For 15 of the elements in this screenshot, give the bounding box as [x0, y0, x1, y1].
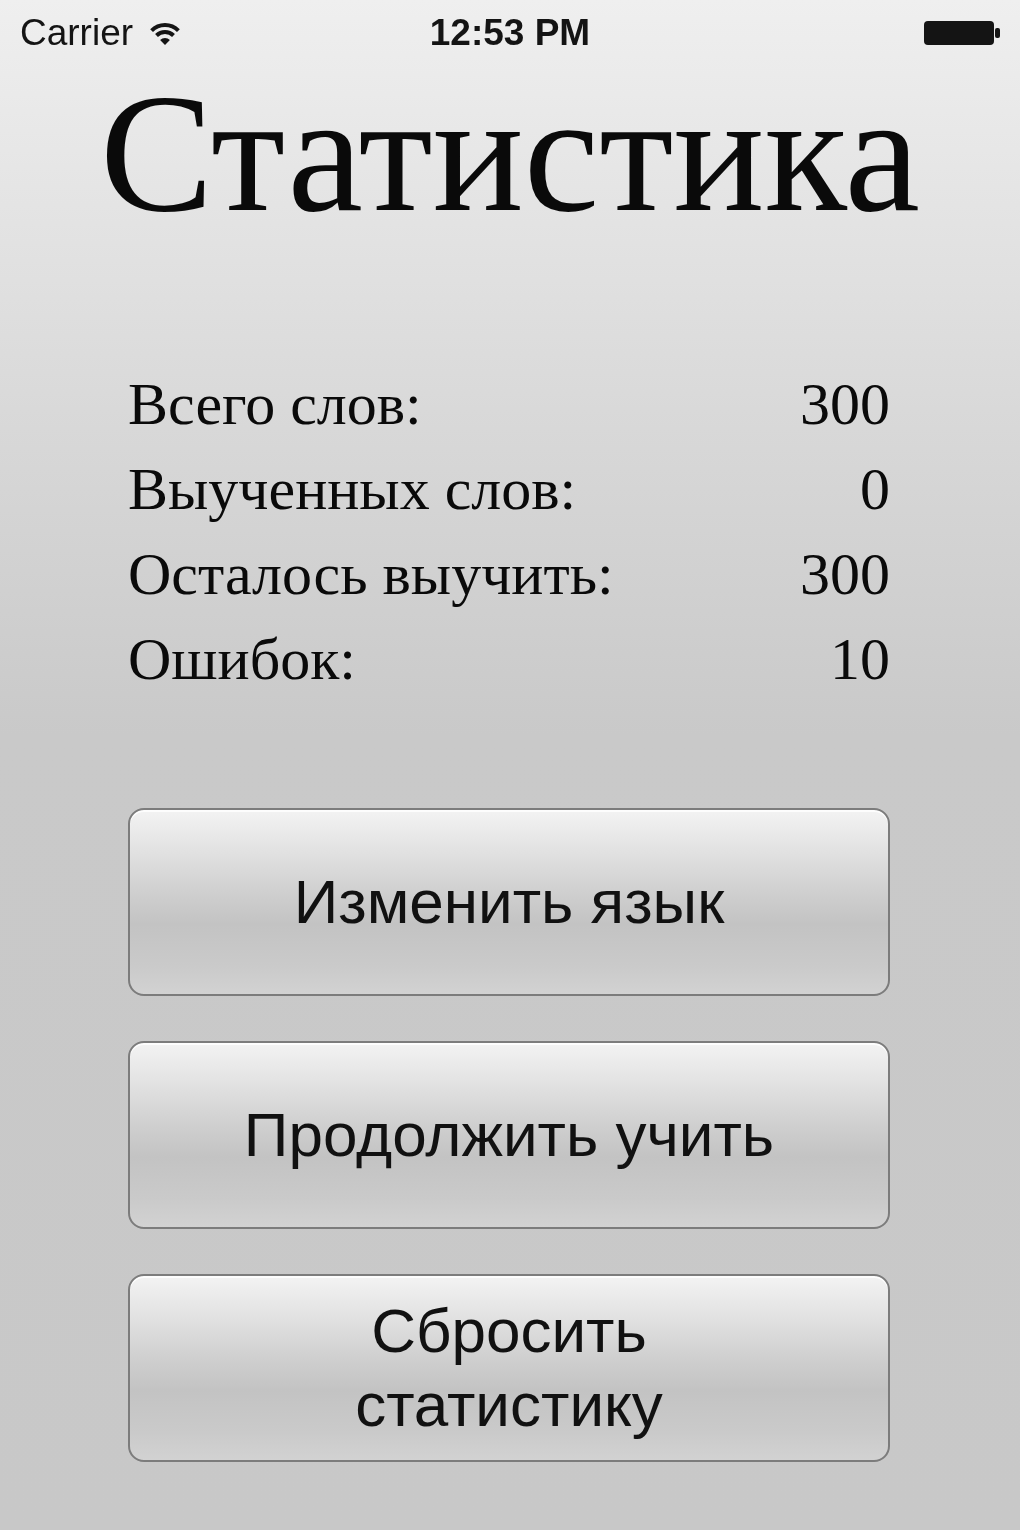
status-time: 12:53 PM [429, 12, 591, 54]
stat-value: 300 [800, 540, 890, 609]
stat-label: Осталось выучить: [128, 540, 615, 609]
stat-label: Выученных слов: [128, 455, 578, 524]
stat-value: 0 [860, 455, 890, 524]
menu-button[interactable]: Продолжить учить [128, 1041, 890, 1229]
menu-button[interactable]: Сбросить статистику [128, 1274, 890, 1462]
menu-button[interactable]: Изменить язык [128, 808, 890, 996]
screen-title: Статистика [99, 68, 920, 238]
battery-icon [924, 21, 1000, 45]
stat-value: 300 [800, 370, 890, 439]
stat-label: Всего слов: [128, 370, 423, 439]
stat-value: 10 [830, 625, 890, 694]
carrier-name: Carrier [20, 12, 134, 54]
stat-label: Ошибок: [128, 625, 357, 694]
